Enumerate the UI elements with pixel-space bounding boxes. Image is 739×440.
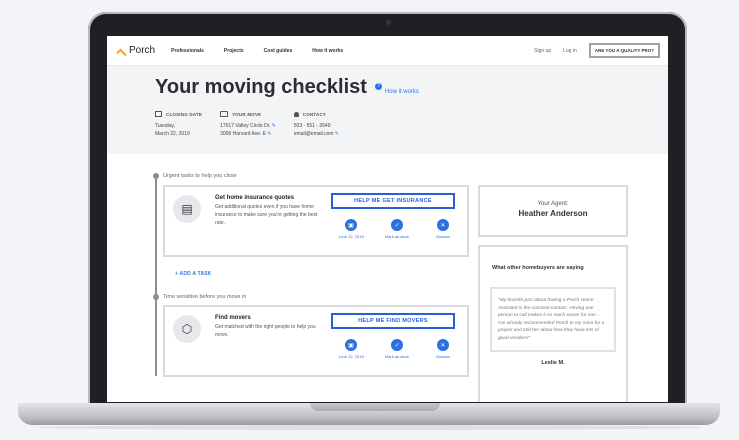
date-action[interactable]: ▣ June 12, 2019 bbox=[333, 339, 369, 359]
mark-done-action[interactable]: ✓ Mark as done bbox=[379, 339, 415, 359]
laptop-shadow bbox=[36, 425, 702, 430]
page-header: Your moving checklist ? How it works CLO… bbox=[107, 66, 668, 154]
testimonials-title: What other homebuyers are saying bbox=[492, 265, 584, 271]
closing-date-label: CLOSING DATE bbox=[166, 111, 203, 117]
date-action[interactable]: ▣ June 12, 2019 bbox=[333, 219, 369, 239]
check-icon: ✓ bbox=[391, 339, 403, 351]
calendar-icon: ▣ bbox=[345, 219, 357, 231]
closing-date-block: CLOSING DATE Tuesday, March 22, 2019 bbox=[155, 109, 202, 138]
help-me-find-movers-button[interactable]: HELP ME FIND MOVERS bbox=[331, 313, 455, 329]
checklist-content: Urgent tasks to help you close ▤ Get hom… bbox=[107, 154, 668, 402]
box-icon: ⬡ bbox=[173, 315, 201, 343]
testimonials-card: What other homebuyers are saying "My fav… bbox=[478, 245, 628, 402]
task-title: Get home insurance quotes bbox=[215, 195, 295, 201]
closing-date-line1: Tuesday, bbox=[155, 123, 176, 129]
from-address: 17617 Valley Circle Dr. bbox=[220, 123, 271, 129]
insurance-icon: ▤ bbox=[173, 195, 201, 223]
mark-done-action[interactable]: ✓ Mark as done bbox=[379, 219, 415, 239]
top-nav: Porch Professionals Projects Cost guides… bbox=[107, 36, 668, 66]
nav-cost-guides[interactable]: Cost guides bbox=[264, 48, 293, 54]
task-date: June 12, 2019 bbox=[338, 354, 364, 359]
quality-pro-button[interactable]: ARE YOU A QUALITY PRO? bbox=[588, 43, 660, 58]
porch-logo[interactable]: Porch bbox=[116, 45, 156, 59]
laptop-screen: Porch Professionals Projects Cost guides… bbox=[107, 36, 668, 402]
page-title: Your moving checklist bbox=[155, 76, 367, 98]
check-icon: ✓ bbox=[391, 219, 403, 231]
calendar-icon: ▣ bbox=[345, 339, 357, 351]
truck-icon bbox=[220, 111, 229, 117]
calendar-icon bbox=[155, 111, 162, 117]
testimonial-quote: "My favorite part about having a Porch H… bbox=[490, 287, 616, 352]
timeline-line bbox=[155, 176, 157, 376]
nav-projects[interactable]: Projects bbox=[224, 48, 244, 54]
to-address: 3008 Harvard Ave. E bbox=[220, 131, 267, 137]
edit-pencil-icon[interactable]: ✎ bbox=[267, 131, 271, 137]
contact-block: CONTACT 503 - 551 - 2649 email@email.com… bbox=[293, 109, 339, 138]
dismiss-action[interactable]: ✕ Dismiss bbox=[425, 339, 461, 359]
contact-email: email@email.com bbox=[293, 131, 334, 137]
section-urgent: Urgent tasks to help you close bbox=[163, 173, 237, 179]
how-it-works-link[interactable]: How it works bbox=[385, 89, 419, 95]
task-description: Get additional quotes even if you have h… bbox=[215, 204, 318, 226]
close-icon: ✕ bbox=[437, 219, 449, 231]
help-me-get-insurance-button[interactable]: HELP ME GET INSURANCE bbox=[331, 193, 455, 209]
agent-name: Heather Anderson bbox=[518, 209, 588, 218]
contact-phone: 503 - 551 - 2649 bbox=[293, 123, 331, 129]
help-icon[interactable]: ? bbox=[374, 83, 382, 90]
dismiss-action[interactable]: ✕ Dismiss bbox=[425, 219, 461, 239]
log-in-link[interactable]: Log in bbox=[563, 48, 577, 54]
your-move-block: YOUR MOVE 17617 Valley Circle Dr.✎ 3008 … bbox=[220, 109, 276, 138]
dismiss-label: Dismiss bbox=[436, 234, 450, 239]
agent-label: Your Agent: bbox=[537, 201, 569, 207]
nav-how-it-works[interactable]: How it works bbox=[312, 48, 343, 54]
task-date: June 12, 2019 bbox=[338, 234, 364, 239]
add-task-link[interactable]: + ADD A TASK bbox=[175, 271, 212, 277]
logo-text: Porch bbox=[129, 45, 156, 56]
task-description: Get matched with the right people to hel… bbox=[215, 324, 316, 338]
edit-pencil-icon[interactable]: ✎ bbox=[272, 123, 276, 129]
task-title: Find movers bbox=[215, 315, 251, 321]
task-card: ▤ Get home insurance quotes Get addition… bbox=[163, 185, 469, 257]
closing-date-line2: March 22, 2019 bbox=[155, 131, 190, 137]
contact-label: CONTACT bbox=[302, 111, 326, 117]
testimonial-author: Leslie M. bbox=[541, 360, 565, 366]
laptop-mockup: Porch Professionals Projects Cost guides… bbox=[0, 0, 739, 440]
dismiss-label: Dismiss bbox=[436, 354, 450, 359]
section-time-sensitive: Time sensitive before you move in bbox=[163, 294, 247, 300]
task-card: ⬡ Find movers Get matched with the right… bbox=[163, 305, 469, 377]
sign-up-link[interactable]: Sign up bbox=[534, 48, 551, 54]
mark-done-label: Mark as done bbox=[384, 354, 410, 359]
edit-pencil-icon[interactable]: ✎ bbox=[335, 131, 339, 137]
roof-icon bbox=[116, 48, 127, 59]
close-icon: ✕ bbox=[437, 339, 449, 351]
nav-professionals[interactable]: Professionals bbox=[171, 48, 204, 54]
mark-done-label: Mark as done bbox=[384, 234, 410, 239]
agent-card: Your Agent: Heather Anderson bbox=[478, 185, 628, 237]
laptop-notch bbox=[310, 403, 440, 411]
camera-icon bbox=[386, 20, 391, 25]
your-move-label: YOUR MOVE bbox=[232, 111, 262, 117]
person-icon bbox=[293, 111, 299, 117]
